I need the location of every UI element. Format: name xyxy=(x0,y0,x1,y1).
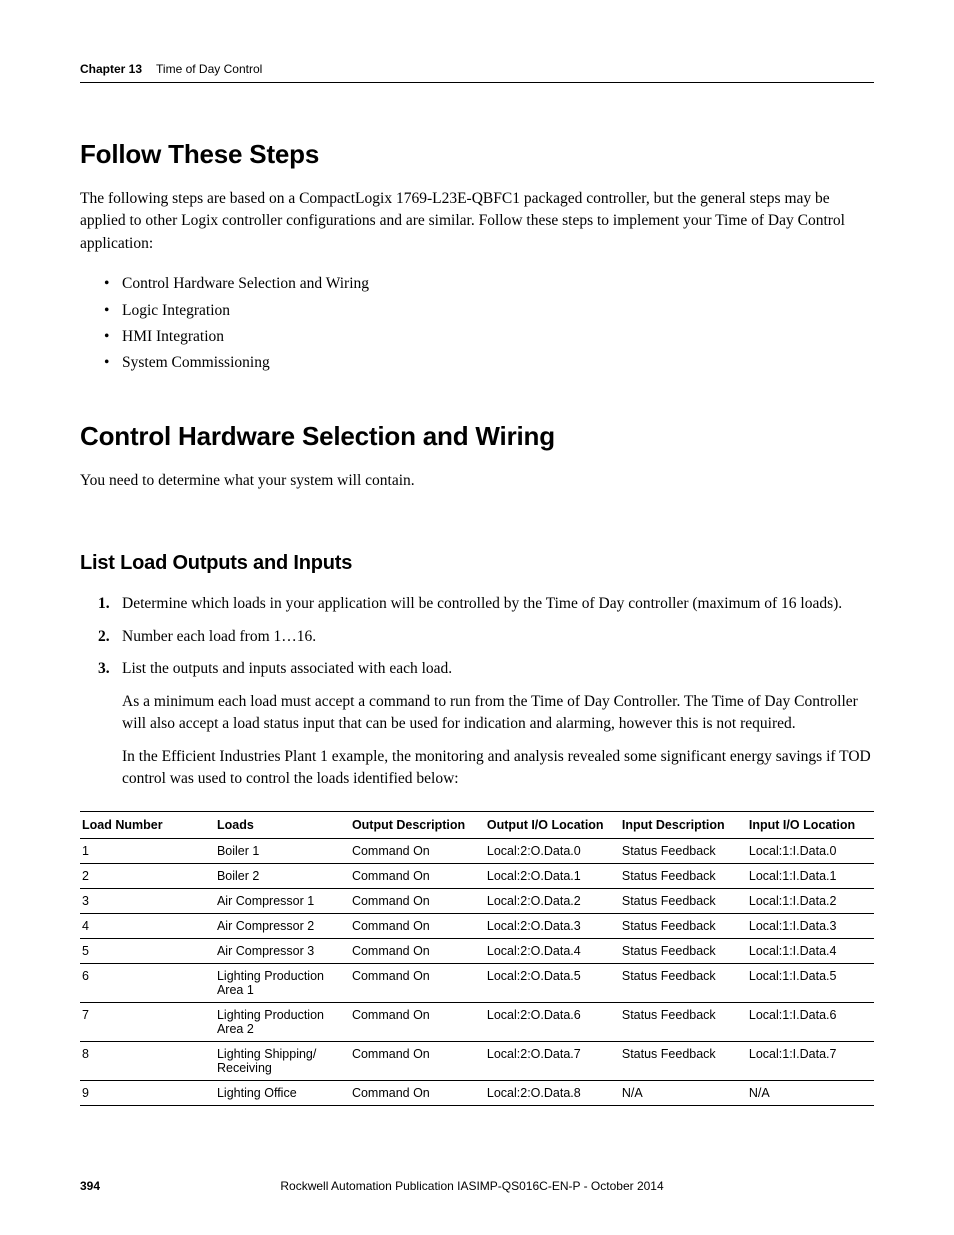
table-cell: Air Compressor 3 xyxy=(215,938,350,963)
table-cell: Boiler 1 xyxy=(215,838,350,863)
table-cell: Command On xyxy=(350,963,485,1002)
table-cell: Status Feedback xyxy=(620,963,747,1002)
chapter-title: Time of Day Control xyxy=(156,62,262,76)
bullet-item: System Commissioning xyxy=(122,350,874,376)
table-cell: 7 xyxy=(80,1002,215,1041)
table-cell: 3 xyxy=(80,888,215,913)
table-cell: Command On xyxy=(350,938,485,963)
table-row: 2Boiler 2Command OnLocal:2:O.Data.1Statu… xyxy=(80,863,874,888)
table-cell: Lighting Production Area 1 xyxy=(215,963,350,1002)
table-cell: Command On xyxy=(350,838,485,863)
step-para: As a minimum each load must accept a com… xyxy=(122,691,874,736)
table-cell: Local:2:O.Data.3 xyxy=(485,913,620,938)
table-row: 3Air Compressor 1Command OnLocal:2:O.Dat… xyxy=(80,888,874,913)
table-cell: N/A xyxy=(747,1080,874,1105)
table-cell: Lighting Shipping/ Receiving xyxy=(215,1041,350,1080)
chapter-label: Chapter 13 xyxy=(80,62,142,76)
table-cell: Command On xyxy=(350,913,485,938)
table-cell: Command On xyxy=(350,1002,485,1041)
table-row: 4Air Compressor 2Command OnLocal:2:O.Dat… xyxy=(80,913,874,938)
table-cell: Local:1:I.Data.2 xyxy=(747,888,874,913)
table-cell: Local:2:O.Data.0 xyxy=(485,838,620,863)
th-output-loc: Output I/O Location xyxy=(485,811,620,838)
bullet-item: HMI Integration xyxy=(122,324,874,350)
follow-bullet-list: Control Hardware Selection and Wiring Lo… xyxy=(80,271,874,376)
table-cell: Command On xyxy=(350,863,485,888)
loads-table: Load Number Loads Output Description Out… xyxy=(80,811,874,1106)
heading-follow-these-steps: Follow These Steps xyxy=(80,139,874,170)
table-cell: Air Compressor 1 xyxy=(215,888,350,913)
publication-id: Rockwell Automation Publication IASIMP-Q… xyxy=(100,1179,844,1193)
table-cell: Local:1:I.Data.4 xyxy=(747,938,874,963)
table-cell: Local:1:I.Data.5 xyxy=(747,963,874,1002)
table-cell: Local:1:I.Data.1 xyxy=(747,863,874,888)
table-cell: Local:1:I.Data.6 xyxy=(747,1002,874,1041)
table-cell: Status Feedback xyxy=(620,838,747,863)
table-cell: Local:2:O.Data.5 xyxy=(485,963,620,1002)
page: Chapter 13 Time of Day Control Follow Th… xyxy=(0,0,954,1235)
table-cell: Local:2:O.Data.1 xyxy=(485,863,620,888)
table-cell: 1 xyxy=(80,838,215,863)
step-text: Number each load from 1…16. xyxy=(122,628,316,645)
table-cell: 5 xyxy=(80,938,215,963)
table-cell: Local:2:O.Data.8 xyxy=(485,1080,620,1105)
step-para: In the Efficient Industries Plant 1 exam… xyxy=(122,746,874,791)
table-row: 9Lighting OfficeCommand OnLocal:2:O.Data… xyxy=(80,1080,874,1105)
th-input-desc: Input Description xyxy=(620,811,747,838)
th-output-desc: Output Description xyxy=(350,811,485,838)
table-cell: Local:1:I.Data.7 xyxy=(747,1041,874,1080)
table-row: 7Lighting Production Area 2Command OnLoc… xyxy=(80,1002,874,1041)
table-cell: Status Feedback xyxy=(620,938,747,963)
step-text: Determine which loads in your applicatio… xyxy=(122,595,842,612)
table-cell: Lighting Office xyxy=(215,1080,350,1105)
running-header: Chapter 13 Time of Day Control xyxy=(80,62,874,76)
bullet-item: Control Hardware Selection and Wiring xyxy=(122,271,874,297)
hardware-intro: You need to determine what your system w… xyxy=(80,470,874,492)
table-row: 1Boiler 1Command OnLocal:2:O.Data.0Statu… xyxy=(80,838,874,863)
table-cell: Boiler 2 xyxy=(215,863,350,888)
page-footer: 394 Rockwell Automation Publication IASI… xyxy=(80,1179,874,1193)
th-input-loc: Input I/O Location xyxy=(747,811,874,838)
heading-control-hardware: Control Hardware Selection and Wiring xyxy=(80,421,874,452)
table-cell: N/A xyxy=(620,1080,747,1105)
follow-intro: The following steps are based on a Compa… xyxy=(80,188,874,255)
table-cell: 9 xyxy=(80,1080,215,1105)
table-cell: Status Feedback xyxy=(620,1002,747,1041)
heading-list-loads: List Load Outputs and Inputs xyxy=(80,552,874,575)
table-cell: Lighting Production Area 2 xyxy=(215,1002,350,1041)
table-cell: Command On xyxy=(350,1080,485,1105)
steps-list: Determine which loads in your applicatio… xyxy=(80,593,874,790)
th-load-number: Load Number xyxy=(80,811,215,838)
step-item: Determine which loads in your applicatio… xyxy=(122,593,874,615)
table-cell: Command On xyxy=(350,1041,485,1080)
table-cell: Status Feedback xyxy=(620,863,747,888)
table-cell: Command On xyxy=(350,888,485,913)
table-cell: 8 xyxy=(80,1041,215,1080)
table-header-row: Load Number Loads Output Description Out… xyxy=(80,811,874,838)
table-cell: Local:1:I.Data.0 xyxy=(747,838,874,863)
table-cell: Status Feedback xyxy=(620,1041,747,1080)
step-item: List the outputs and inputs associated w… xyxy=(122,658,874,790)
table-cell: 2 xyxy=(80,863,215,888)
th-loads: Loads xyxy=(215,811,350,838)
table-cell: Local:1:I.Data.3 xyxy=(747,913,874,938)
table-cell: Status Feedback xyxy=(620,913,747,938)
table-cell: Local:2:O.Data.4 xyxy=(485,938,620,963)
table-cell: Local:2:O.Data.7 xyxy=(485,1041,620,1080)
table-cell: 4 xyxy=(80,913,215,938)
table-row: 5Air Compressor 3Command OnLocal:2:O.Dat… xyxy=(80,938,874,963)
table-cell: Local:2:O.Data.2 xyxy=(485,888,620,913)
table-row: 8Lighting Shipping/ ReceivingCommand OnL… xyxy=(80,1041,874,1080)
table-row: 6Lighting Production Area 1Command OnLoc… xyxy=(80,963,874,1002)
table-cell: Local:2:O.Data.6 xyxy=(485,1002,620,1041)
page-number: 394 xyxy=(80,1179,100,1193)
bullet-item: Logic Integration xyxy=(122,298,874,324)
header-rule xyxy=(80,82,874,83)
step-text: List the outputs and inputs associated w… xyxy=(122,660,452,677)
table-cell: 6 xyxy=(80,963,215,1002)
table-cell: Status Feedback xyxy=(620,888,747,913)
table-cell: Air Compressor 2 xyxy=(215,913,350,938)
step-item: Number each load from 1…16. xyxy=(122,626,874,648)
